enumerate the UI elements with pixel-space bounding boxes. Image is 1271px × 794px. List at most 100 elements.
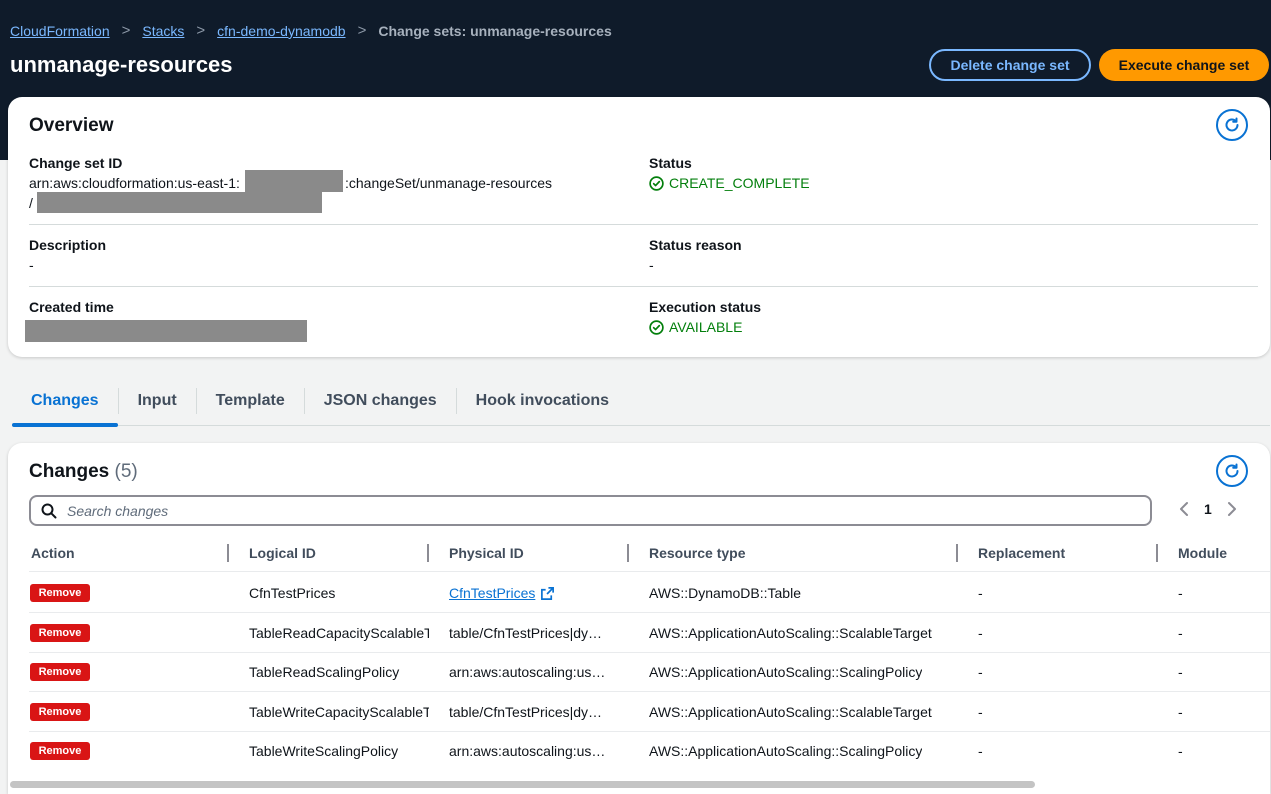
external-link-icon[interactable] — [540, 586, 555, 601]
redacted-change-set-uuid — [37, 192, 322, 213]
physical-id-link[interactable]: CfnTestPrices — [449, 585, 535, 601]
success-check-icon — [649, 319, 664, 335]
logical-id-cell: TableReadCapacityScalableT — [249, 625, 429, 641]
column-header-physical-id[interactable]: Physical ID — [449, 545, 524, 561]
execution-status-value: AVAILABLE — [649, 319, 742, 335]
overview-refresh-button[interactable] — [1216, 109, 1248, 141]
column-resizer[interactable] — [1156, 544, 1158, 562]
divider — [29, 286, 1258, 287]
redacted-account-id — [245, 170, 343, 192]
change-set-id-label: Change set ID — [29, 155, 123, 171]
tab-template[interactable]: Template — [197, 380, 304, 425]
divider — [29, 224, 1258, 225]
remove-badge: Remove — [30, 663, 90, 681]
current-page[interactable]: 1 — [1204, 501, 1212, 517]
redacted-created-time — [25, 320, 307, 342]
changes-title: Changes (5) — [29, 461, 138, 483]
column-header-replacement[interactable]: Replacement — [978, 545, 1065, 561]
row-divider — [29, 731, 1270, 732]
execution-status-text: AVAILABLE — [669, 319, 743, 335]
remove-badge: Remove — [30, 742, 90, 760]
refresh-icon — [1225, 463, 1239, 478]
overview-title: Overview — [29, 115, 114, 136]
change-set-id-line2: / — [29, 195, 33, 211]
breadcrumb-stack[interactable]: cfn-demo-dynamodb — [217, 23, 345, 39]
module-cell: - — [1178, 704, 1183, 720]
remove-badge: Remove — [30, 703, 90, 721]
created-time-label: Created time — [29, 299, 114, 315]
column-header-action[interactable]: Action — [31, 545, 75, 561]
breadcrumb-separator: > — [196, 22, 206, 39]
breadcrumb: CloudFormation > Stacks > cfn-demo-dynam… — [10, 22, 612, 39]
module-cell: - — [1178, 625, 1183, 641]
physical-id-cell: table/CfnTestPrices|dy… — [449, 625, 603, 641]
physical-id-cell: arn:aws:autoscaling:us… — [449, 664, 606, 680]
status-text: CREATE_COMPLETE — [669, 175, 810, 191]
column-resizer[interactable] — [627, 544, 629, 562]
resource-type-cell: AWS::DynamoDB::Table — [649, 585, 801, 601]
search-field[interactable] — [29, 495, 1152, 526]
resource-type-cell: AWS::ApplicationAutoScaling::ScalableTar… — [649, 704, 932, 720]
logical-id-cell: CfnTestPrices — [249, 585, 336, 601]
overview-panel: Overview Change set ID arn:aws:cloudform… — [8, 97, 1270, 357]
breadcrumb-cloudformation[interactable]: CloudFormation — [10, 23, 110, 39]
status-reason-label: Status reason — [649, 237, 742, 253]
column-resizer[interactable] — [227, 544, 229, 562]
row-divider — [29, 691, 1270, 692]
replacement-cell: - — [978, 743, 983, 759]
physical-id-cell: table/CfnTestPrices|dy… — [449, 704, 603, 720]
success-check-icon — [649, 175, 664, 191]
logical-id-cell: TableWriteScalingPolicy — [249, 743, 399, 759]
next-page-icon[interactable] — [1226, 501, 1238, 517]
horizontal-scrollbar[interactable] — [10, 781, 1035, 788]
tab-hook-invocations[interactable]: Hook invocations — [457, 380, 628, 425]
replacement-cell: - — [978, 664, 983, 680]
column-resizer[interactable] — [427, 544, 429, 562]
replacement-cell: - — [978, 585, 983, 601]
physical-id-cell: CfnTestPrices — [449, 585, 619, 601]
row-divider — [29, 612, 1270, 613]
breadcrumb-stacks[interactable]: Stacks — [142, 23, 184, 39]
breadcrumb-current: Change sets: unmanage-resources — [378, 22, 612, 39]
tab-changes[interactable]: Changes — [12, 380, 118, 427]
replacement-cell: - — [978, 704, 983, 720]
breadcrumb-separator: > — [121, 22, 131, 39]
column-resizer[interactable] — [956, 544, 958, 562]
execute-change-set-button[interactable]: Execute change set — [1099, 49, 1269, 81]
resource-type-cell: AWS::ApplicationAutoScaling::ScalingPoli… — [649, 664, 923, 680]
description-value: - — [29, 257, 34, 273]
tab-bar: Changes Input Template JSON changes Hook… — [12, 380, 1270, 427]
previous-page-icon[interactable] — [1178, 501, 1190, 517]
changes-refresh-button[interactable] — [1216, 455, 1248, 487]
logical-id-cell: TableReadScalingPolicy — [249, 664, 400, 680]
changes-count: (5) — [114, 461, 138, 482]
status-label: Status — [649, 155, 692, 171]
column-header-resource-type[interactable]: Resource type — [649, 545, 745, 561]
search-icon — [41, 503, 57, 518]
remove-badge: Remove — [30, 624, 90, 642]
tab-json-changes[interactable]: JSON changes — [305, 380, 456, 425]
row-divider — [29, 571, 1270, 572]
changes-title-text: Changes — [29, 461, 110, 482]
changes-panel: Changes (5) 1 Action Logical ID Physical… — [8, 443, 1270, 794]
remove-badge: Remove — [30, 584, 90, 602]
status-reason-value: - — [649, 257, 654, 273]
row-divider — [29, 652, 1270, 653]
change-set-id-suffix: :changeSet/unmanage-resources — [345, 175, 553, 191]
description-label: Description — [29, 237, 107, 253]
refresh-icon — [1225, 117, 1239, 132]
search-input[interactable] — [67, 502, 1067, 519]
module-cell: - — [1178, 664, 1183, 680]
logical-id-cell: TableWriteCapacityScalableT — [249, 704, 429, 720]
resource-type-cell: AWS::ApplicationAutoScaling::ScalingPoli… — [649, 743, 923, 759]
resource-type-cell: AWS::ApplicationAutoScaling::ScalableTar… — [649, 625, 932, 641]
delete-change-set-button[interactable]: Delete change set — [929, 49, 1091, 81]
execution-status-label: Execution status — [649, 299, 762, 315]
change-set-id-prefix: arn:aws:cloudformation:us-east-1: — [29, 175, 240, 191]
column-header-logical-id[interactable]: Logical ID — [249, 545, 316, 561]
breadcrumb-separator: > — [357, 22, 367, 39]
column-header-module[interactable]: Module — [1178, 545, 1227, 561]
replacement-cell: - — [978, 625, 983, 641]
physical-id-cell: arn:aws:autoscaling:us… — [449, 743, 606, 759]
tab-input[interactable]: Input — [119, 380, 196, 425]
